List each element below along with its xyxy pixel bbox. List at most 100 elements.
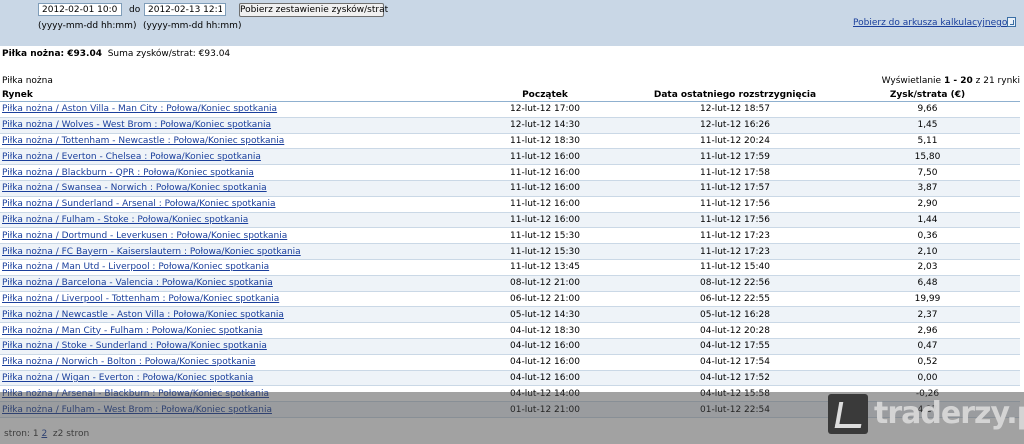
- market-cell: Piłka nożna / Norwich - Bolton : Połowa/…: [0, 354, 455, 371]
- start-time-cell: 06-lut-12 21:00: [455, 291, 635, 308]
- results-table: Rynek Początek Data ostatniego rozstrzyg…: [0, 88, 1020, 418]
- start-time-cell: 05-lut-12 14:30: [455, 306, 635, 324]
- start-time-cell: 11-lut-12 18:30: [455, 133, 635, 150]
- profit-summary: Piłka nożna: €93.04 Suma zysków/strat: €…: [2, 49, 230, 59]
- settled-time-cell: 08-lut-12 22:56: [635, 275, 835, 292]
- column-header-start[interactable]: Początek: [455, 88, 635, 102]
- market-cell: Piłka nożna / Tottenham - Newcastle : Po…: [0, 133, 455, 150]
- market-link[interactable]: Piłka nożna / Blackburn - QPR : Połowa/K…: [2, 168, 254, 178]
- market-cell: Piłka nożna / Wolves - West Brom : Połow…: [0, 117, 455, 134]
- profit-loss-cell: 1,44: [835, 212, 1020, 229]
- watermark-overlay: [0, 392, 1024, 444]
- sport-total: Piłka nożna: €93.04: [2, 49, 102, 59]
- from-date-format-hint: (yyyy-mm-dd hh:mm): [38, 21, 137, 31]
- display-prefix: Wyświetlanie: [881, 76, 942, 86]
- settled-time-cell: 05-lut-12 16:28: [635, 306, 835, 324]
- market-link[interactable]: Piłka nożna / Newcastle - Aston Villa : …: [2, 310, 284, 320]
- market-link[interactable]: Piłka nożna / Wolves - West Brom : Połow…: [2, 120, 271, 130]
- market-link[interactable]: Piłka nożna / Aston Villa - Man City : P…: [2, 104, 277, 114]
- table-row: Piłka nożna / Wolves - West Brom : Połow…: [0, 117, 1020, 134]
- market-link[interactable]: Piłka nożna / Wigan - Everton : Połowa/K…: [2, 373, 253, 383]
- market-link[interactable]: Piłka nożna / Dortmund - Leverkusen : Po…: [2, 231, 287, 241]
- market-link[interactable]: Piłka nożna / Barcelona - Valencia : Poł…: [2, 278, 273, 288]
- settled-time-cell: 11-lut-12 17:23: [635, 243, 835, 260]
- settled-time-cell: 11-lut-12 15:40: [635, 259, 835, 276]
- export-spreadsheet-link[interactable]: Pobierz do arkusza kalkulacyjnego: [853, 18, 1007, 28]
- column-header-market[interactable]: Rynek: [0, 88, 455, 102]
- profit-loss-cell: 2,03: [835, 259, 1020, 276]
- market-link[interactable]: Piłka nożna / Stoke - Sunderland : Połow…: [2, 341, 267, 351]
- start-time-cell: 11-lut-12 13:45: [455, 259, 635, 276]
- profit-loss-cell: 19,99: [835, 291, 1020, 308]
- watermark-text: traderzy.pl: [874, 396, 1024, 431]
- settled-time-cell: 11-lut-12 17:57: [635, 180, 835, 197]
- table-row: Piłka nożna / Wigan - Everton : Połowa/K…: [0, 370, 1020, 387]
- profit-loss-cell: 0,00: [835, 370, 1020, 387]
- market-link[interactable]: Piłka nożna / FC Bayern - Kaiserslautern…: [2, 247, 301, 257]
- start-time-cell: 11-lut-12 16:00: [455, 212, 635, 229]
- market-cell: Piłka nożna / Swansea - Norwich : Połowa…: [0, 180, 455, 197]
- settled-time-cell: 12-lut-12 16:26: [635, 117, 835, 134]
- table-row: Piłka nożna / Swansea - Norwich : Połowa…: [0, 180, 1020, 197]
- market-link[interactable]: Piłka nożna / Swansea - Norwich : Połowa…: [2, 183, 267, 193]
- market-link[interactable]: Piłka nożna / Man City - Fulham : Połowa…: [2, 326, 263, 336]
- market-link[interactable]: Piłka nożna / Sunderland - Arsenal : Poł…: [2, 199, 275, 209]
- table-row: Piłka nożna / Tottenham - Newcastle : Po…: [0, 133, 1020, 150]
- settled-time-cell: 04-lut-12 17:55: [635, 338, 835, 355]
- start-time-cell: 11-lut-12 16:00: [455, 180, 635, 197]
- profit-loss-cell: 3,87: [835, 180, 1020, 197]
- market-cell: Piłka nożna / Liverpool - Tottenham : Po…: [0, 291, 455, 308]
- table-row: Piłka nożna / Norwich - Bolton : Połowa/…: [0, 354, 1020, 371]
- column-header-profit-loss[interactable]: Zysk/strata (€): [835, 88, 1020, 102]
- table-row: Piłka nożna / FC Bayern - Kaiserslautern…: [0, 243, 1020, 260]
- table-row: Piłka nożna / Liverpool - Tottenham : Po…: [0, 291, 1020, 308]
- profit-loss-cell: 2,90: [835, 196, 1020, 213]
- table-row: Piłka nożna / Stoke - Sunderland : Połow…: [0, 338, 1020, 355]
- market-cell: Piłka nożna / Sunderland - Arsenal : Poł…: [0, 196, 455, 213]
- market-link[interactable]: Piłka nożna / Everton - Chelsea : Połowa…: [2, 152, 261, 162]
- table-row: Piłka nożna / Aston Villa - Man City : P…: [0, 101, 1020, 118]
- market-cell: Piłka nożna / Man City - Fulham : Połowa…: [0, 322, 455, 339]
- spreadsheet-icon[interactable]: [1007, 17, 1016, 27]
- market-cell: Piłka nożna / Aston Villa - Man City : P…: [0, 101, 455, 118]
- table-row: Piłka nożna / Everton - Chelsea : Połowa…: [0, 148, 1020, 166]
- market-cell: Piłka nożna / Fulham - Stoke : Połowa/Ko…: [0, 212, 455, 229]
- market-cell: Piłka nożna / Everton - Chelsea : Połowa…: [0, 148, 455, 166]
- market-cell: Piłka nożna / FC Bayern - Kaiserslautern…: [0, 243, 455, 260]
- overall-total: Suma zysków/strat: €93.04: [107, 49, 231, 59]
- settled-time-cell: 11-lut-12 17:23: [635, 227, 835, 245]
- profit-loss-cell: 7,50: [835, 164, 1020, 181]
- start-time-cell: 11-lut-12 16:00: [455, 164, 635, 181]
- settled-time-cell: 11-lut-12 20:24: [635, 133, 835, 150]
- column-header-settled[interactable]: Data ostatniego rozstrzygnięcia: [635, 88, 835, 102]
- start-time-cell: 04-lut-12 16:00: [455, 354, 635, 371]
- fetch-report-button[interactable]: Pobierz zestawienie zysków/strat: [239, 3, 388, 17]
- market-link[interactable]: Piłka nożna / Liverpool - Tottenham : Po…: [2, 294, 279, 304]
- market-link[interactable]: Piłka nożna / Norwich - Bolton : Połowa/…: [2, 357, 256, 367]
- market-cell: Piłka nożna / Stoke - Sunderland : Połow…: [0, 338, 455, 355]
- market-link[interactable]: Piłka nożna / Fulham - Stoke : Połowa/Ko…: [2, 215, 248, 225]
- settled-time-cell: 04-lut-12 17:52: [635, 370, 835, 387]
- profit-loss-cell: 2,37: [835, 306, 1020, 324]
- start-time-cell: 11-lut-12 16:00: [455, 148, 635, 166]
- market-link[interactable]: Piłka nożna / Man Utd - Liverpool : Poło…: [2, 262, 269, 272]
- table-row: Piłka nożna / Man City - Fulham : Połowa…: [0, 322, 1020, 339]
- start-time-cell: 11-lut-12 15:30: [455, 227, 635, 245]
- settled-time-cell: 06-lut-12 22:55: [635, 291, 835, 308]
- profit-loss-cell: 2,10: [835, 243, 1020, 260]
- market-cell: Piłka nożna / Wigan - Everton : Połowa/K…: [0, 370, 455, 387]
- settled-time-cell: 11-lut-12 17:58: [635, 164, 835, 181]
- profit-loss-cell: 2,96: [835, 322, 1020, 339]
- table-row: Piłka nożna / Blackburn - QPR : Połowa/K…: [0, 164, 1020, 181]
- settled-time-cell: 11-lut-12 17:56: [635, 196, 835, 213]
- display-suffix: z 21 rynki: [975, 76, 1020, 86]
- start-time-cell: 11-lut-12 16:00: [455, 196, 635, 213]
- start-time-cell: 11-lut-12 15:30: [455, 243, 635, 260]
- from-date-input[interactable]: [38, 3, 122, 16]
- to-date-input[interactable]: [144, 3, 226, 16]
- start-time-cell: 04-lut-12 18:30: [455, 322, 635, 339]
- settled-time-cell: 04-lut-12 17:54: [635, 354, 835, 371]
- table-header-row: Rynek Początek Data ostatniego rozstrzyg…: [0, 88, 1020, 102]
- market-link[interactable]: Piłka nożna / Tottenham - Newcastle : Po…: [2, 136, 284, 146]
- table-row: Piłka nożna / Barcelona - Valencia : Poł…: [0, 275, 1020, 292]
